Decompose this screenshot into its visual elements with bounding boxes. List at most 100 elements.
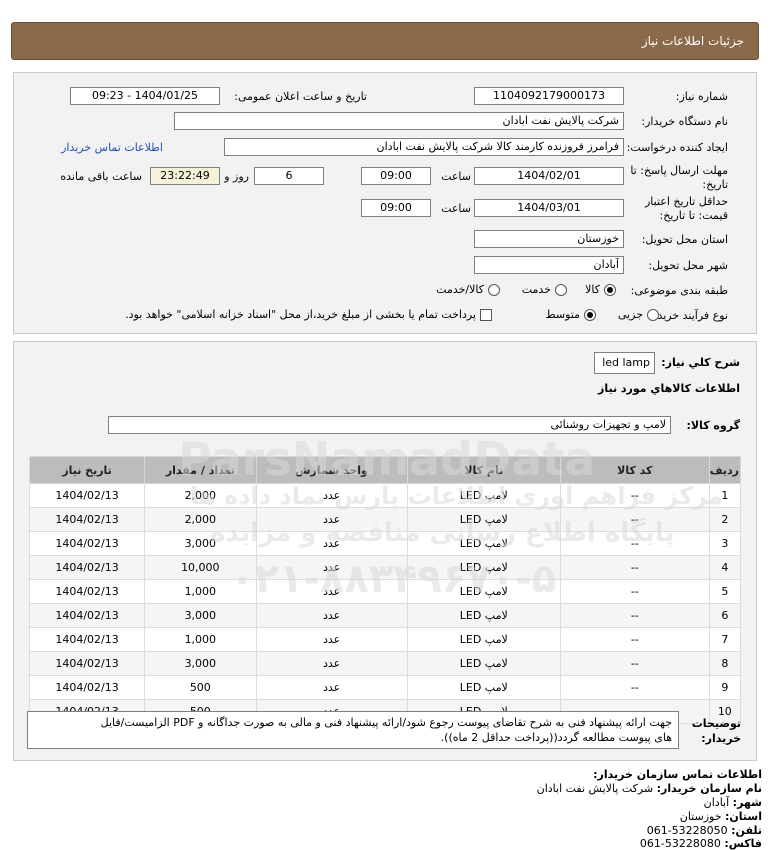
contact-province-label: استان: <box>725 810 762 823</box>
table-cell: 1 <box>708 483 742 508</box>
category-goods-service-radio[interactable] <box>488 284 500 296</box>
table-cell: 4 <box>708 555 742 580</box>
contact-city-value: آبادان <box>703 796 730 809</box>
goods-group-label: گروه کالا: <box>686 419 740 432</box>
category-service-radio[interactable] <box>555 284 567 296</box>
table-cell: 1404/02/13 <box>28 507 146 532</box>
table-cell: 9 <box>708 675 742 700</box>
table-cell: 7 <box>708 627 742 652</box>
table-cell: 1404/02/13 <box>28 483 146 508</box>
category-goods-label: کالا <box>585 283 600 296</box>
contact-fax-value: 061-53228080 <box>639 837 721 850</box>
buyer-contact-link[interactable]: اطلاعات تماس خریدار <box>61 141 163 154</box>
table-cell: -- <box>559 555 710 580</box>
creator-field[interactable]: فرامرز فروزنده کارمند کالا شرکت پالایش ن… <box>224 138 624 156</box>
table-cell: 3 <box>708 531 742 556</box>
table-cell: 3,000 <box>144 603 257 628</box>
table-cell: 5 <box>708 579 742 604</box>
buyer-notes-box: جهت ارائه پیشنهاد فنی به شرح تقاضای پیوس… <box>27 711 679 749</box>
table-cell: لامپ LED <box>406 579 561 604</box>
buyer-org-label: نام دستگاه خریدار: <box>641 115 728 128</box>
table-cell: 1,000 <box>144 627 257 652</box>
table-cell: -- <box>559 507 710 532</box>
goods-group-field[interactable]: لامپ و تجهیزات روشنائی <box>108 416 671 434</box>
contact-title: اطلاعات تماس سازمان خریدار: <box>593 768 762 781</box>
city-field[interactable]: آبادان <box>474 256 624 274</box>
buyer-org-field[interactable]: شرکت پالایش نفت ابادان <box>174 112 624 130</box>
table-cell: -- <box>559 603 710 628</box>
validity-time-field[interactable]: 09:00 <box>361 199 431 217</box>
process-medium-radio[interactable] <box>584 309 596 321</box>
validity-date-field[interactable]: 1404/03/01 <box>474 199 624 217</box>
notes-line-2: های پیوست مطالعه گردد((پرداخت حداقل 2 ما… <box>440 731 672 744</box>
notes-line-1: جهت ارائه پیشنهاد فنی به شرح تقاضای پیوس… <box>100 716 672 729</box>
table-cell: لامپ LED <box>406 555 561 580</box>
contact-phone-row: تلفن: 061-53228050 <box>647 824 762 837</box>
table-cell: -- <box>559 675 710 700</box>
category-goods-radio[interactable] <box>604 284 616 296</box>
need-info-panel: شماره نیاز: 1104092179000173 تاریخ و ساع… <box>13 72 757 334</box>
contact-fax-label: فاکس: <box>724 837 762 850</box>
table-row: 6 -- لامپ LED عدد 3,000 1404/02/13 <box>28 603 742 628</box>
treasury-payment-text: پرداخت تمام یا بخشی از مبلغ خرید،از محل … <box>125 308 476 321</box>
notes-area: توضیحات خریدار: جهت ارائه پیشنهاد فنی به… <box>13 711 757 759</box>
deadline-time-label: ساعت <box>441 170 471 183</box>
validity-label-2: قیمت: تا تاریخ: <box>659 209 728 222</box>
table-cell: عدد <box>255 555 408 580</box>
table-row: 9 -- لامپ LED عدد 500 1404/02/13 <box>28 675 742 700</box>
category-goods-service-label: کالا/خدمت <box>436 283 484 296</box>
category-service-label: خدمت <box>521 283 551 296</box>
notes-label-2: خریدار: <box>701 732 741 745</box>
contact-org-row: نام سازمان خریدار: شرکت پالایش نفت ابادا… <box>537 782 762 795</box>
deadline-date-field[interactable]: 1404/02/01 <box>474 167 624 185</box>
announce-field[interactable]: 1404/01/25 - 09:23 <box>70 87 220 105</box>
need-number-label: شماره نیاز: <box>675 90 728 103</box>
remaining-label: ساعت باقی مانده <box>60 170 142 183</box>
table-cell: 1404/02/13 <box>28 555 146 580</box>
table-cell: لامپ LED <box>406 675 561 700</box>
process-minor-radio[interactable] <box>647 309 659 321</box>
deadline-time-field[interactable]: 09:00 <box>361 167 431 185</box>
need-number-field[interactable]: 1104092179000173 <box>474 87 624 105</box>
table-cell: لامپ LED <box>406 627 561 652</box>
remaining-time-field: 23:22:49 <box>150 167 220 185</box>
table-cell: 1404/02/13 <box>28 579 146 604</box>
table-row: 7 -- لامپ LED عدد 1,000 1404/02/13 <box>28 627 742 652</box>
contact-phone-label: تلفن: <box>731 824 762 837</box>
table-cell: عدد <box>255 651 408 676</box>
table-cell: لامپ LED <box>406 483 561 508</box>
table-cell: عدد <box>255 603 408 628</box>
table-cell: 2 <box>708 507 742 532</box>
table-cell: عدد <box>255 627 408 652</box>
table-cell: -- <box>559 531 710 556</box>
table-cell: 1,000 <box>144 579 257 604</box>
table-cell: 2,000 <box>144 507 257 532</box>
contact-org-label: نام سازمان خریدار: <box>656 782 762 795</box>
table-row: 8 -- لامپ LED عدد 3,000 1404/02/13 <box>28 651 742 676</box>
table-cell: -- <box>559 627 710 652</box>
days-remaining-field[interactable]: 6 <box>254 167 324 185</box>
page-header: جزئیات اطلاعات نیاز <box>11 22 759 60</box>
table-row: 4 -- لامپ LED عدد 10,000 1404/02/13 <box>28 555 742 580</box>
table-cell: 1404/02/13 <box>28 675 146 700</box>
treasury-payment-checkbox[interactable] <box>480 309 492 321</box>
creator-label: ایجاد کننده درخواست: <box>626 141 728 154</box>
province-field[interactable]: خوزستان <box>474 230 624 248</box>
contact-province-row: استان: خوزستان <box>680 810 762 823</box>
goods-section-title: اطلاعات کالاهاي مورد نياز <box>598 382 740 395</box>
table-cell: 1404/02/13 <box>28 603 146 628</box>
column-header: کد کالا <box>559 456 710 484</box>
table-row: 5 -- لامپ LED عدد 1,000 1404/02/13 <box>28 579 742 604</box>
table-cell: 6 <box>708 603 742 628</box>
need-summary-field[interactable]: led lamp <box>594 352 655 374</box>
table-cell: عدد <box>255 507 408 532</box>
table-cell: 1404/02/13 <box>28 651 146 676</box>
table-cell: 10,000 <box>144 555 257 580</box>
process-medium-label: متوسط <box>545 308 580 321</box>
table-cell: 2,000 <box>144 483 257 508</box>
table-cell: لامپ LED <box>406 507 561 532</box>
contact-city-row: شهر: آبادان <box>704 796 762 809</box>
table-cell: لامپ LED <box>406 603 561 628</box>
notes-label-1: توضیحات <box>691 717 741 730</box>
table-cell: عدد <box>255 579 408 604</box>
